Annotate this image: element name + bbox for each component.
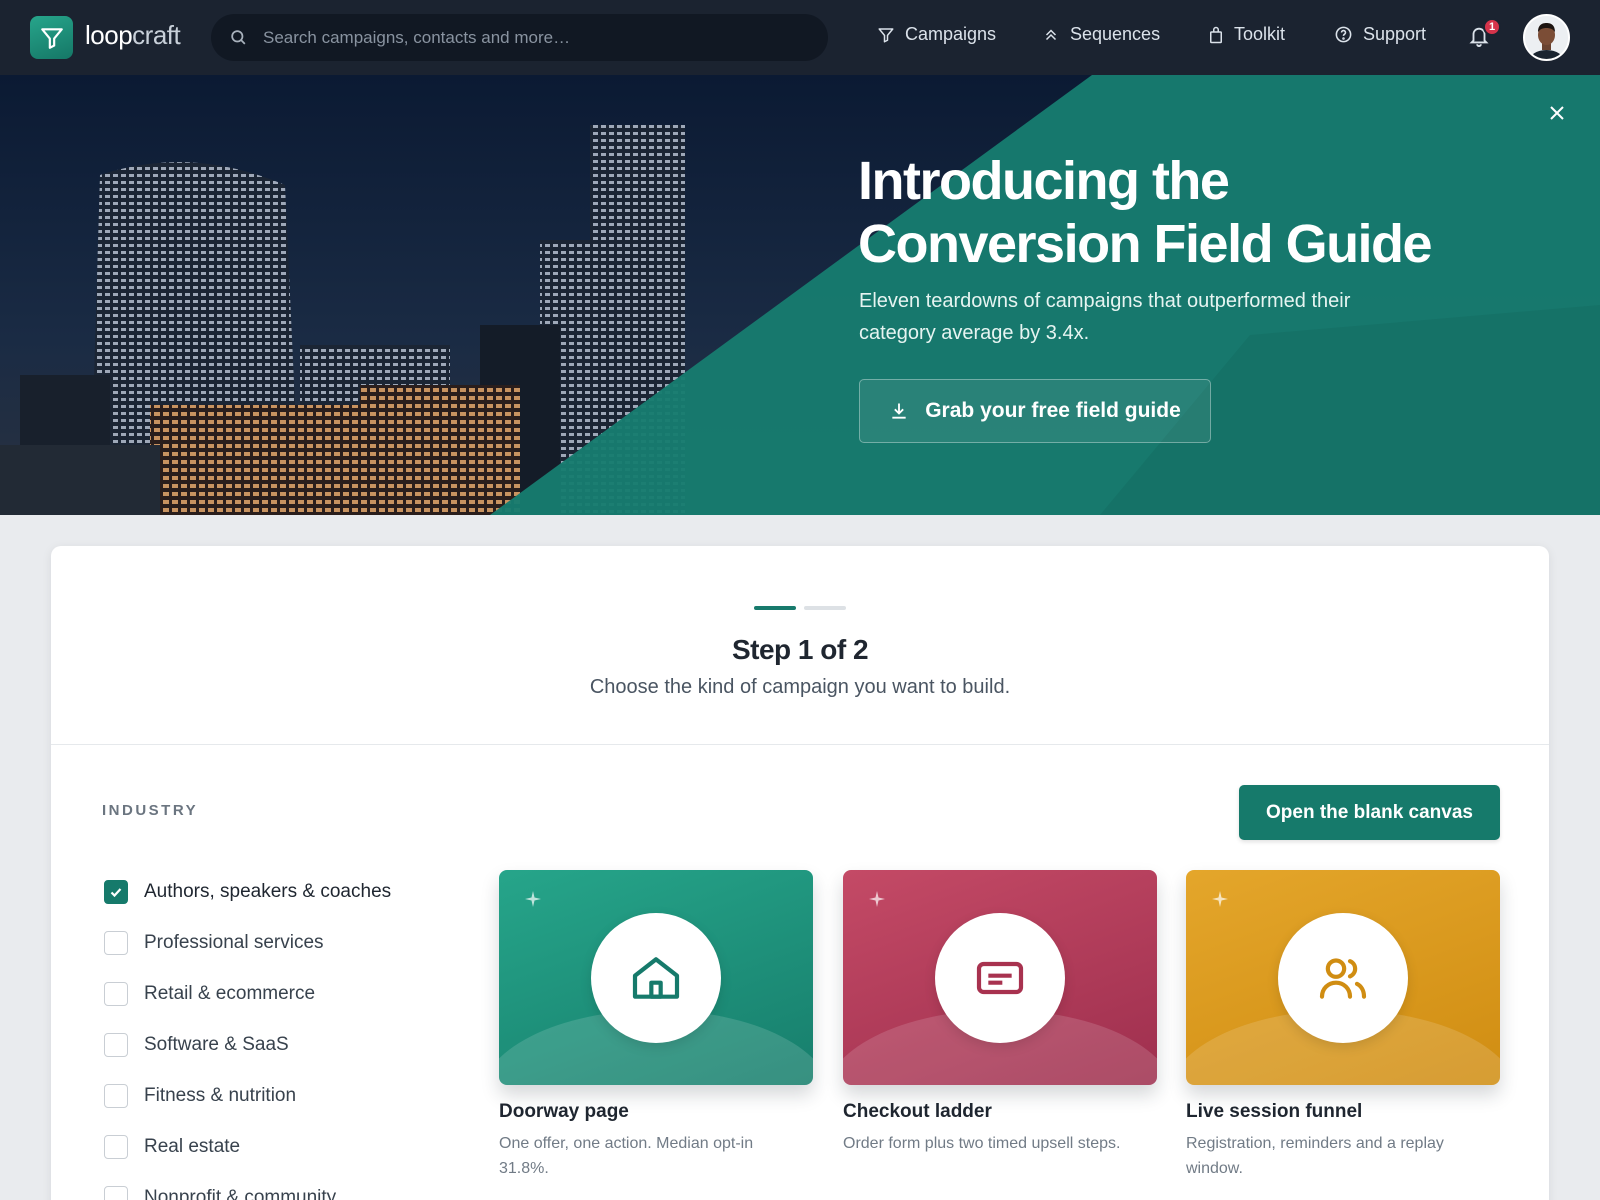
help-circle-icon <box>1335 26 1352 43</box>
step-1-bar <box>754 606 796 610</box>
industry-heading: INDUSTRY <box>102 802 199 819</box>
step-title: Step 1 of 2 <box>731 634 869 665</box>
shopping-bag-icon <box>1210 26 1222 43</box>
download-guide-label: Grab your free field guide <box>925 399 1181 422</box>
nav-sequences[interactable]: Sequences <box>1042 24 1160 45</box>
industry-label: Software & SaaS <box>144 1034 289 1055</box>
download-icon <box>892 403 906 419</box>
close-icon[interactable] <box>1545 101 1569 125</box>
template-thumbnail <box>843 870 1157 1085</box>
search-icon <box>231 30 246 45</box>
double-chevron-up-icon <box>1045 28 1057 40</box>
nav-sequences-label: Sequences <box>1070 24 1161 44</box>
template-doorway-page[interactable]: Doorway page One offer, one action. Medi… <box>499 870 813 1181</box>
hero-banner: Introducing the Conversion Field Guide E… <box>0 75 1600 515</box>
template-name: Doorway page <box>499 1101 629 1122</box>
search-bar <box>211 14 828 61</box>
template-thumbnail <box>499 870 813 1085</box>
template-checkout-ladder[interactable]: Checkout ladder Order form plus two time… <box>843 870 1157 1156</box>
notification-badge: 1 <box>1483 18 1501 36</box>
sparkle-icon <box>1212 891 1228 907</box>
checkbox[interactable] <box>104 931 128 955</box>
open-blank-canvas-button[interactable]: Open the blank canvas <box>1239 785 1500 840</box>
checkbox[interactable] <box>104 1033 128 1057</box>
industry-label: Fitness & nutrition <box>144 1085 297 1106</box>
industry-filter-software[interactable]: Software & SaaS <box>104 1033 289 1057</box>
template-live-session-funnel[interactable]: Live session funnel Registration, remind… <box>1186 870 1500 1181</box>
sparkle-icon <box>525 891 541 907</box>
checkbox[interactable] <box>104 1135 128 1159</box>
industry-filter-nonprofit[interactable]: Nonprofit & community <box>104 1186 336 1200</box>
checkbox-checked[interactable] <box>104 880 128 904</box>
step-indicator <box>754 606 846 610</box>
industry-label: Real estate <box>144 1136 241 1157</box>
checkbox[interactable] <box>104 1084 128 1108</box>
nav-support-label: Support <box>1363 24 1427 44</box>
industry-filter-real-estate[interactable]: Real estate <box>104 1135 240 1159</box>
sparkle-icon <box>869 891 885 907</box>
user-avatar[interactable] <box>1523 14 1570 61</box>
home-icon <box>591 913 721 1043</box>
template-name: Checkout ladder <box>843 1101 992 1122</box>
industry-label: Retail & ecommerce <box>144 983 316 1004</box>
industry-label: Authors, speakers & coaches <box>144 881 392 902</box>
users-icon <box>1278 913 1408 1043</box>
template-thumbnail <box>1186 870 1500 1085</box>
funnel-icon <box>878 27 894 42</box>
template-name: Live session funnel <box>1186 1101 1363 1122</box>
step-subtitle: Choose the kind of campaign you want to … <box>589 676 1011 698</box>
industry-label: Nonprofit & community <box>144 1187 337 1200</box>
hero-subtitle: Eleven teardowns of campaigns that outpe… <box>859 290 1351 344</box>
check-icon <box>110 888 122 898</box>
checkbox[interactable] <box>104 982 128 1006</box>
search-input[interactable] <box>263 14 803 61</box>
brand-name[interactable]: loopcraft <box>85 20 181 51</box>
industry-label: Professional services <box>144 932 324 953</box>
industry-filter-professional[interactable]: Professional services <box>104 931 324 955</box>
campaign-wizard-panel: Step 1 of 2 Choose the kind of campaign … <box>51 546 1549 1200</box>
card-icon <box>935 913 1065 1043</box>
top-nav: loopcraft Campaigns Sequences Toolkit Su… <box>0 0 1600 75</box>
industry-filter-authors[interactable]: Authors, speakers & coaches <box>104 880 391 904</box>
logo-funnel-icon[interactable] <box>30 16 73 59</box>
template-description: Registration, reminders and a replay win… <box>1186 1135 1444 1177</box>
nav-support[interactable]: Support <box>1334 24 1426 45</box>
template-description: One offer, one action. Median opt-in 31.… <box>499 1135 754 1177</box>
step-2-bar <box>804 606 846 610</box>
nav-toolkit[interactable]: Toolkit <box>1208 24 1285 45</box>
template-description: Order form plus two timed upsell steps. <box>843 1135 1121 1152</box>
nav-campaigns[interactable]: Campaigns <box>877 24 996 45</box>
divider <box>51 744 1549 745</box>
hero-title: Introducing the Conversion Field Guide <box>858 151 1433 274</box>
checkbox[interactable] <box>104 1186 128 1200</box>
industry-filter-retail[interactable]: Retail & ecommerce <box>104 982 315 1006</box>
nav-toolkit-label: Toolkit <box>1234 24 1286 44</box>
industry-filter-fitness[interactable]: Fitness & nutrition <box>104 1084 296 1108</box>
download-guide-button[interactable]: Grab your free field guide <box>859 379 1211 443</box>
nav-campaigns-label: Campaigns <box>905 24 997 44</box>
